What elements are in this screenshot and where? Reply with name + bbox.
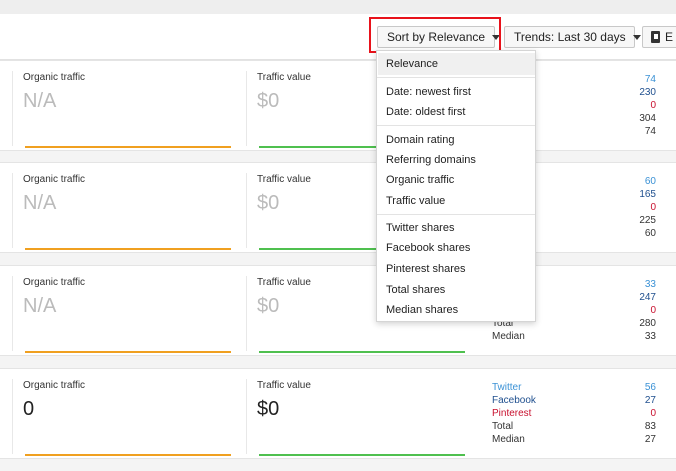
facebook-shares-row: Facebook 27 [492, 394, 656, 407]
result-card: Organic traffic 0 Traffic value $0 Twitt… [0, 368, 676, 459]
sort-option-pinterest-shares[interactable]: Pinterest shares [386, 263, 465, 275]
pinterest-count: 0 [650, 100, 656, 111]
organic-traffic-panel: Organic traffic N/A [12, 276, 234, 353]
traffic-value-panel: Traffic value $0 [246, 379, 468, 456]
traffic-value-label: Traffic value [257, 174, 311, 185]
sort-option-total-shares[interactable]: Total shares [386, 284, 445, 296]
median-shares-row: Median 33 [492, 330, 656, 343]
facebook-label: Facebook [492, 395, 536, 406]
organic-traffic-panel: Organic traffic 0 [12, 379, 234, 456]
sort-dropdown-button[interactable]: Sort by Relevance [377, 26, 501, 48]
twitter-count: 74 [644, 74, 656, 85]
median-label: Median [492, 331, 525, 342]
trends-button-label: Trends: Last 30 days [514, 30, 626, 44]
twitter-label: Twitter [492, 382, 522, 393]
sort-option-date-oldest[interactable]: Date: oldest first [386, 106, 465, 118]
export-button-label: E [664, 30, 673, 44]
export-file-icon [651, 31, 660, 43]
twitter-count: 56 [644, 382, 656, 393]
top-strip [0, 0, 676, 14]
sort-button-label: Sort by Relevance [387, 30, 486, 44]
sort-option-twitter-shares[interactable]: Twitter shares [386, 222, 454, 234]
total-count: 83 [644, 421, 656, 432]
organic-traffic-value: 0 [23, 398, 35, 420]
facebook-count: 247 [639, 292, 656, 303]
organic-traffic-panel: Organic traffic N/A [12, 173, 234, 250]
median-label: Median [492, 434, 525, 445]
export-button[interactable]: E [642, 26, 676, 48]
organic-traffic-trend-line [25, 351, 231, 353]
organic-traffic-value: N/A [23, 295, 57, 317]
menu-divider [377, 125, 535, 126]
pinterest-count: 0 [650, 408, 656, 419]
organic-traffic-label: Organic traffic [23, 380, 86, 391]
total-count: 225 [639, 215, 656, 226]
sort-option-date-newest[interactable]: Date: newest first [386, 86, 471, 98]
pinterest-count: 0 [650, 202, 656, 213]
sort-option-facebook-shares[interactable]: Facebook shares [386, 242, 470, 254]
sort-option-organic-traffic[interactable]: Organic traffic [386, 174, 454, 186]
organic-traffic-trend-line [25, 454, 231, 456]
traffic-value-label: Traffic value [257, 380, 311, 391]
median-count: 74 [644, 126, 656, 137]
organic-traffic-label: Organic traffic [23, 72, 86, 83]
total-shares-row: Total 83 [492, 420, 656, 433]
caret-down-icon [492, 34, 501, 40]
median-count: 27 [644, 434, 656, 445]
twitter-count: 33 [644, 279, 656, 290]
shares-list: Twitter 56 Facebook 27 Pinterest 0 Total 83 … [492, 381, 656, 446]
sort-dropdown-menu: Relevance Date: newest first Date: oldes… [376, 50, 536, 322]
total-label: Total [492, 421, 514, 432]
traffic-value-label: Traffic value [257, 277, 311, 288]
facebook-count: 230 [639, 87, 656, 98]
organic-traffic-trend-line [25, 248, 231, 250]
caret-down-icon [632, 34, 641, 40]
traffic-value-label: Traffic value [257, 72, 311, 83]
organic-traffic-trend-line [25, 146, 231, 148]
result-card: Organic traffic N/A Traffic value $0 Twi… [0, 162, 676, 253]
menu-divider [377, 77, 535, 78]
traffic-value-amount: $0 [257, 398, 280, 420]
traffic-value-amount: $0 [257, 90, 280, 112]
pinterest-shares-row: Pinterest 0 [492, 407, 656, 420]
total-count: 304 [639, 113, 656, 124]
pinterest-label: Pinterest [492, 408, 532, 419]
traffic-value-trend-line [259, 454, 465, 456]
facebook-count: 27 [644, 395, 656, 406]
result-card: Organic traffic N/A Traffic value $0 Twi… [0, 60, 676, 151]
organic-traffic-value: N/A [23, 90, 57, 112]
organic-traffic-label: Organic traffic [23, 174, 86, 185]
organic-traffic-panel: Organic traffic N/A [12, 71, 234, 148]
result-card: Organic traffic N/A Traffic value $0 Twi… [0, 265, 676, 356]
traffic-value-trend-line [259, 351, 465, 353]
twitter-count: 60 [644, 176, 656, 187]
twitter-shares-row: Twitter 56 [492, 381, 656, 394]
sort-option-domain-rating[interactable]: Domain rating [386, 134, 454, 146]
facebook-count: 165 [639, 189, 656, 200]
median-shares-row: Median 27 [492, 433, 656, 446]
median-count: 60 [644, 228, 656, 239]
sort-option-relevance[interactable]: Relevance [386, 58, 438, 70]
traffic-value-amount: $0 [257, 192, 280, 214]
organic-traffic-value: N/A [23, 192, 57, 214]
organic-traffic-label: Organic traffic [23, 277, 86, 288]
sort-option-traffic-value[interactable]: Traffic value [386, 195, 445, 207]
median-count: 33 [644, 331, 656, 342]
menu-divider [377, 214, 535, 215]
pinterest-count: 0 [650, 305, 656, 316]
trends-dropdown-button[interactable]: Trends: Last 30 days [504, 26, 641, 48]
sort-option-referring-domains[interactable]: Referring domains [386, 154, 476, 166]
traffic-value-amount: $0 [257, 295, 280, 317]
sort-option-median-shares[interactable]: Median shares [386, 304, 458, 316]
total-count: 280 [639, 318, 656, 329]
